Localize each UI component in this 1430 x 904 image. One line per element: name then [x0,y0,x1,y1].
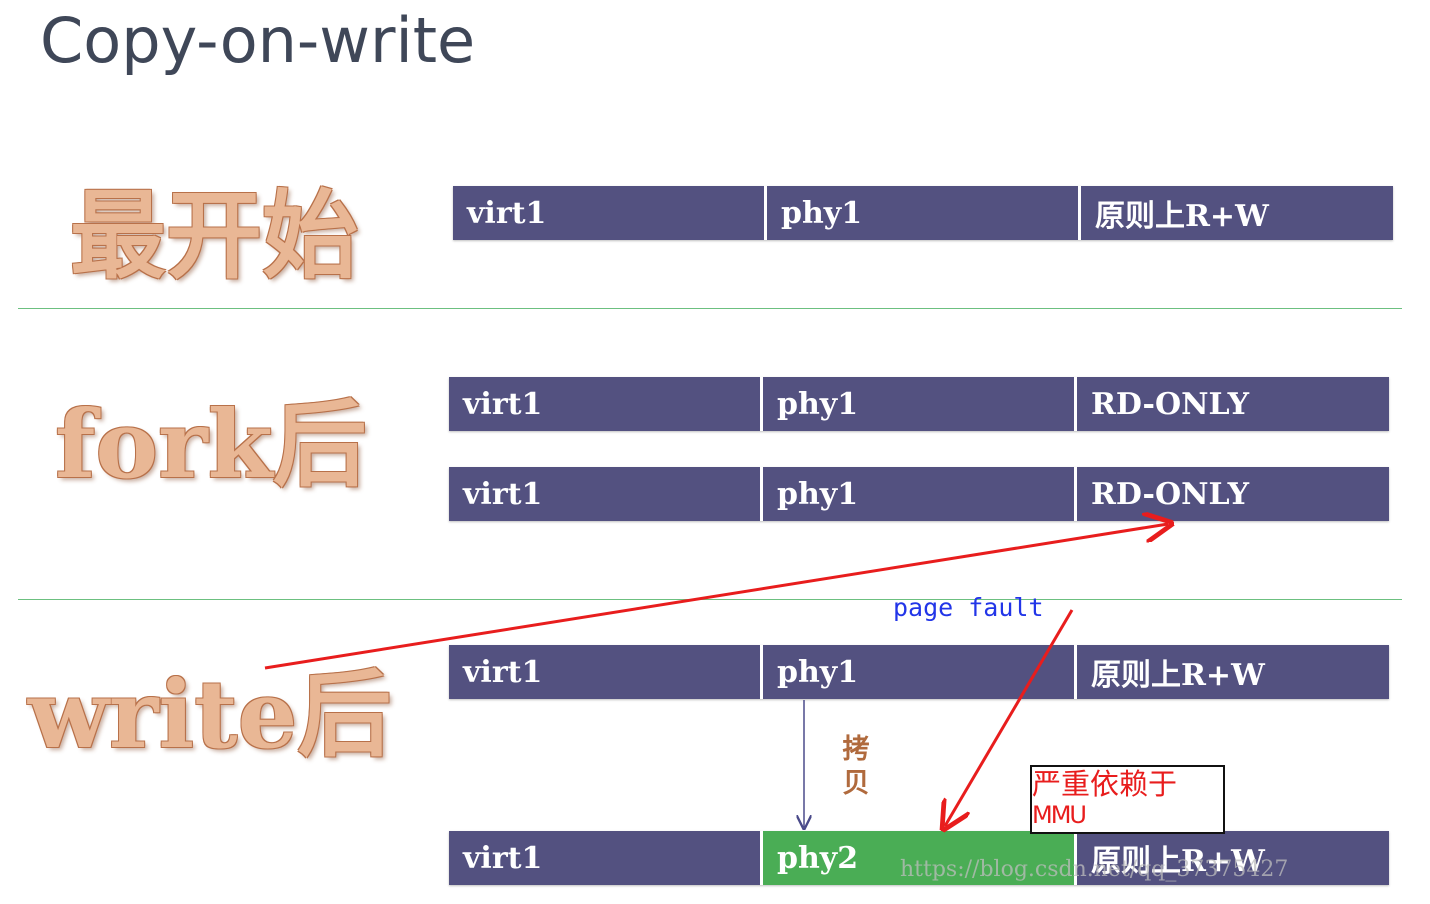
mmu-note-line2: MMU [1032,801,1087,829]
stage-label-after-fork: fork后 [55,390,367,500]
copy-label-line1: 拷 [842,734,870,765]
physical-page-cell: phy1 [763,377,1077,431]
page-table-entry-fork-child: virt1 phy1 RD-ONLY [449,467,1389,521]
copy-label: 拷 贝 [839,733,873,801]
copy-label-line2: 贝 [842,768,870,799]
virtual-page-cell: virt1 [453,186,767,240]
watermark: https://blog.csdn.net/qq_37375427 [900,857,1289,882]
permission-cell: 原则上R+W [1077,645,1389,699]
mmu-note-line1: 严重依赖于 [1032,767,1178,801]
permission-cell: RD-ONLY [1077,467,1389,521]
page-table-entry-fork-parent: virt1 phy1 RD-ONLY [449,377,1389,431]
virtual-page-cell: virt1 [449,645,763,699]
section-divider [18,308,1402,309]
virtual-page-cell: virt1 [449,467,763,521]
permission-cell: 原则上R+W [1081,186,1393,240]
virtual-page-cell: virt1 [449,377,763,431]
physical-page-cell: phy1 [763,645,1077,699]
mmu-note-box: 严重依赖于 MMU [1030,765,1225,834]
page-fault-label: page fault [893,593,1044,622]
physical-page-cell: phy1 [763,467,1077,521]
virtual-page-cell: virt1 [449,831,763,885]
permission-cell: RD-ONLY [1077,377,1389,431]
page-table-entry-initial: virt1 phy1 原则上R+W [453,186,1393,240]
physical-page-cell: phy1 [767,186,1081,240]
stage-label-initial: 最开始 [70,179,358,292]
page-table-entry-write-original: virt1 phy1 原则上R+W [449,645,1389,699]
page-title: Copy-on-write [40,4,476,77]
section-divider [18,599,1402,600]
stage-label-after-write: write后 [28,660,392,770]
